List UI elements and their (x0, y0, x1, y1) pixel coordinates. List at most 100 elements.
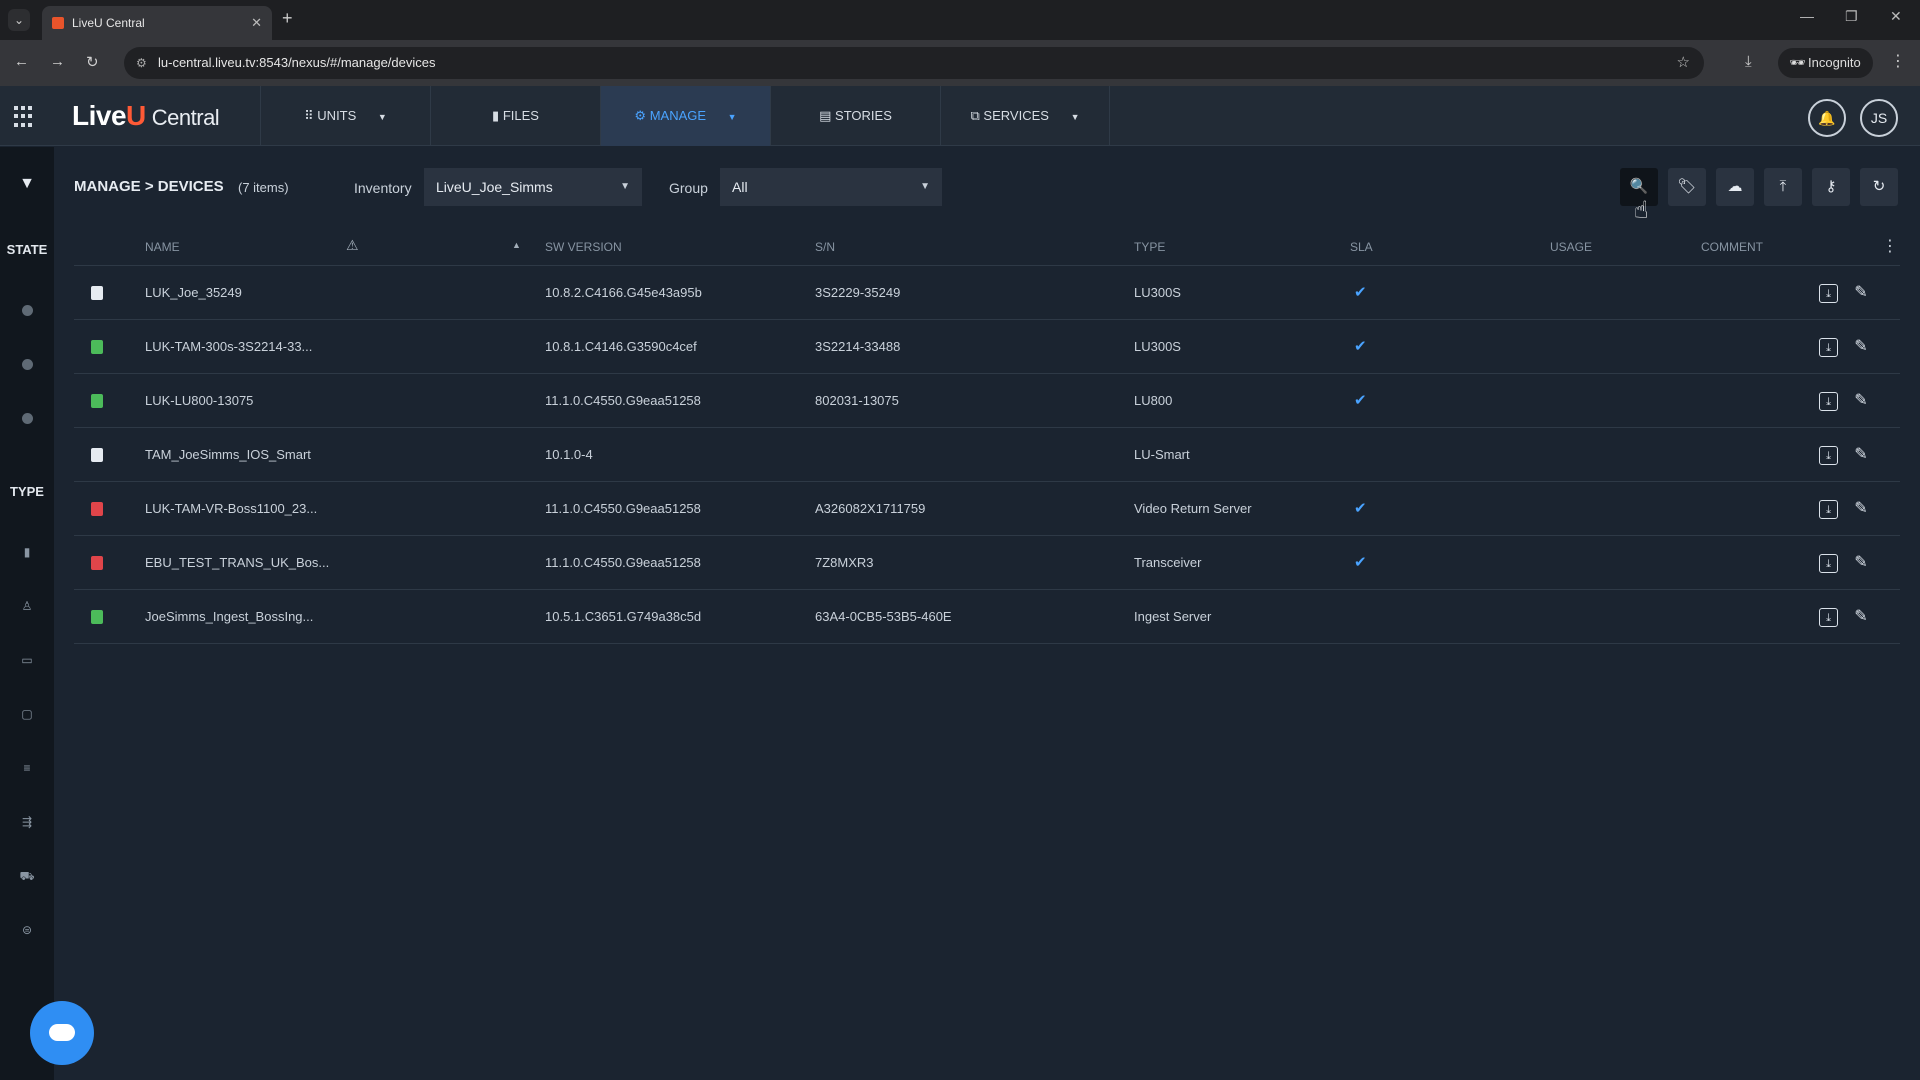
table-row[interactable]: TAM_JoeSimms_IOS_Smart 10.1.0-4 LU-Smart ⤓ ✎ (74, 428, 1900, 482)
apps-grid-icon[interactable] (14, 106, 36, 128)
tab-files[interactable]: ▮ FILES (430, 86, 600, 146)
notifications-bell-icon[interactable]: 🔔 (1808, 99, 1846, 137)
units-grid-icon: ⠿ (304, 108, 314, 123)
type-filter-laptop-icon[interactable]: ▭ (0, 653, 54, 667)
tab-search-icon[interactable]: ⌄ (8, 9, 30, 31)
site-info-icon[interactable]: ⚙ (136, 47, 147, 79)
edit-pencil-icon[interactable]: ✎ (1850, 498, 1872, 520)
download-log-icon[interactable]: ⤓ (1819, 392, 1838, 411)
rail-state-label: STATE (6, 242, 48, 257)
edit-pencil-icon[interactable]: ✎ (1850, 444, 1872, 466)
device-type-icon (91, 394, 103, 408)
table-header: NAME ⚠ ▲ SW VERSION S/N TYPE SLA USAGE C… (74, 226, 1900, 266)
cell-name[interactable]: LUK-TAM-300s-3S2214-33... (145, 339, 312, 354)
new-tab-icon[interactable]: + (282, 8, 293, 29)
chat-support-button[interactable] (30, 1001, 94, 1065)
export-button[interactable]: ⤒ (1764, 168, 1802, 206)
tab-manage[interactable]: ⚙ MANAGE ▼ (600, 86, 770, 146)
cell-name[interactable]: LUK_Joe_35249 (145, 285, 242, 300)
user-avatar[interactable]: JS (1860, 99, 1898, 137)
column-header-type[interactable]: TYPE (1134, 240, 1165, 254)
column-header-comment[interactable]: COMMENT (1701, 240, 1763, 254)
type-filter-transceiver-icon[interactable]: ⊜ (0, 923, 54, 937)
state-filter-1[interactable] (0, 305, 54, 319)
forward-icon[interactable]: → (50, 53, 65, 70)
cell-name[interactable]: TAM_JoeSimms_IOS_Smart (145, 447, 311, 462)
type-filter-video-return-icon[interactable]: ⇶ (0, 815, 54, 829)
bookmark-star-icon[interactable]: ☆ (1677, 47, 1690, 79)
edit-pencil-icon[interactable]: ✎ (1850, 552, 1872, 574)
type-filter-person-icon[interactable]: ♙ (0, 599, 54, 613)
download-log-icon[interactable]: ⤓ (1819, 554, 1838, 573)
tag-button[interactable]: 🏷 (1668, 168, 1706, 206)
logo-u: U (126, 100, 146, 131)
tab-stories[interactable]: ▤ STORIES (770, 86, 940, 146)
sort-ascending-icon[interactable]: ▲ (512, 240, 521, 250)
refresh-button[interactable]: ↻ (1860, 168, 1898, 206)
type-filter-unit-icon[interactable]: ▮ (0, 545, 54, 559)
cell-sw-version: 11.1.0.C4550.G9eaa51258 (545, 501, 701, 516)
column-menu-icon[interactable]: ⋮ (1882, 236, 1898, 256)
inventory-select[interactable]: LiveU_Joe_Simms ▼ (424, 168, 642, 206)
download-log-icon[interactable]: ⤓ (1819, 500, 1838, 519)
table-row[interactable]: JoeSimms_Ingest_BossIng... 10.5.1.C3651.G… (74, 590, 1900, 644)
column-header-sn[interactable]: S/N (815, 240, 835, 254)
assign-user-button[interactable]: ⚷ (1812, 168, 1850, 206)
download-log-icon[interactable]: ⤓ (1819, 446, 1838, 465)
type-filter-ingest-icon[interactable]: ⛟ (0, 869, 54, 885)
cell-sw-version: 10.8.1.C4146.G3590c4cef (545, 339, 697, 354)
reload-icon[interactable]: ↻ (86, 53, 99, 71)
edit-pencil-icon[interactable]: ✎ (1850, 606, 1872, 628)
cell-type: Video Return Server (1134, 501, 1252, 516)
close-tab-icon[interactable]: ✕ (251, 6, 262, 40)
group-value: All (732, 179, 748, 195)
download-log-icon[interactable]: ⤓ (1819, 608, 1838, 627)
state-filter-3[interactable] (0, 413, 54, 427)
chevron-down-icon: ▼ (620, 181, 630, 192)
edit-pencil-icon[interactable]: ✎ (1850, 282, 1872, 304)
edit-pencil-icon[interactable]: ✎ (1850, 390, 1872, 412)
type-filter-monitor-icon[interactable]: ▢ (0, 707, 54, 721)
filter-icon[interactable]: ▼ (0, 175, 54, 193)
tab-units[interactable]: ⠿ UNITS ▼ (260, 86, 430, 146)
minimize-icon[interactable]: — (1800, 8, 1814, 24)
cell-name[interactable]: JoeSimms_Ingest_BossIng... (145, 609, 313, 624)
chevron-down-icon: ▼ (1070, 112, 1080, 122)
close-window-icon[interactable]: ✕ (1890, 8, 1902, 25)
download-icon[interactable]: ⤓ (1745, 53, 1752, 70)
column-header-sla[interactable]: SLA (1350, 240, 1373, 254)
type-filter-list-icon[interactable]: ≡ (0, 761, 54, 775)
state-filter-2[interactable] (0, 359, 54, 373)
cloud-button[interactable]: ☁ (1716, 168, 1754, 206)
group-select[interactable]: All ▼ (720, 168, 942, 206)
edit-pencil-icon[interactable]: ✎ (1850, 336, 1872, 358)
column-header-sw-version[interactable]: SW VERSION (545, 240, 622, 254)
table-row[interactable]: EBU_TEST_TRANS_UK_Bos... 11.1.0.C4550.G9e… (74, 536, 1900, 590)
address-bar: ← → ↻ ⚙ lu-central.liveu.tv:8543/nexus/#… (0, 40, 1920, 86)
restore-icon[interactable]: ❐ (1845, 8, 1858, 25)
inventory-value: LiveU_Joe_Simms (436, 179, 553, 195)
cell-sn: 63A4-0CB5-53B5-460E (815, 609, 952, 624)
download-log-icon[interactable]: ⤓ (1819, 284, 1838, 303)
browser-menu-icon[interactable]: ⋮ (1890, 51, 1906, 71)
column-header-usage[interactable]: USAGE (1550, 240, 1592, 254)
browser-tab[interactable]: LiveU Central ✕ (42, 6, 272, 40)
table-row[interactable]: LUK-TAM-300s-3S2214-33... 10.8.1.C4146.G3… (74, 320, 1900, 374)
column-header-name[interactable]: NAME (145, 240, 180, 254)
table-body: LUK_Joe_35249 10.8.2.C4166.G45e43a95b 3S22… (74, 266, 1900, 644)
group-label: Group (669, 180, 708, 196)
table-row[interactable]: LUK-TAM-VR-Boss1100_23... 11.1.0.C4550.G9… (74, 482, 1900, 536)
cell-name[interactable]: LUK-LU800-13075 (145, 393, 253, 408)
cell-name[interactable]: LUK-TAM-VR-Boss1100_23... (145, 501, 317, 516)
table-row[interactable]: LUK_Joe_35249 10.8.2.C4166.G45e43a95b 3S22… (74, 266, 1900, 320)
tab-services[interactable]: ⧉ SERVICES ▼ (940, 86, 1110, 146)
table-row[interactable]: LUK-LU800-13075 11.1.0.C4550.G9eaa51258 80… (74, 374, 1900, 428)
download-log-icon[interactable]: ⤓ (1819, 338, 1838, 357)
incognito-badge[interactable]: 🕶 Incognito (1778, 48, 1873, 78)
url-input[interactable]: ⚙ lu-central.liveu.tv:8543/nexus/#/manag… (124, 47, 1704, 79)
back-icon[interactable]: ← (14, 53, 29, 70)
cell-name[interactable]: EBU_TEST_TRANS_UK_Bos... (145, 555, 329, 570)
chevron-down-icon: ▼ (920, 181, 930, 192)
warning-icon[interactable]: ⚠ (346, 237, 359, 254)
item-count: (7 items) (238, 180, 289, 195)
